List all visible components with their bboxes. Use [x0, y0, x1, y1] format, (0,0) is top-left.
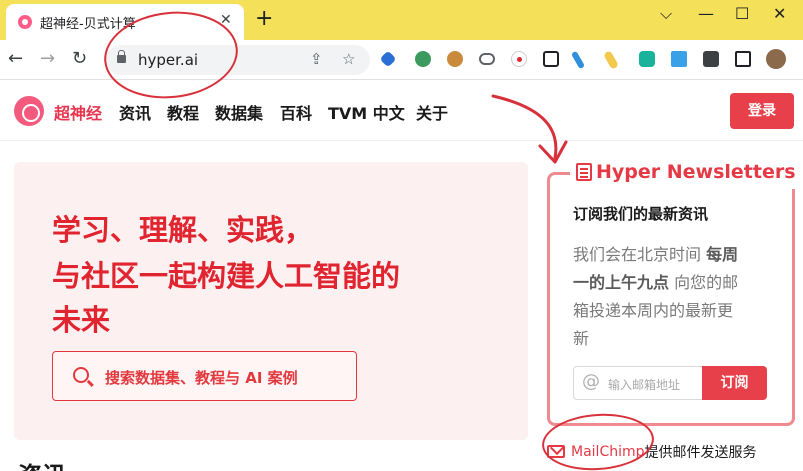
screenshot-root: 超神经-贝式计算 ✕ + ⌵ — ☐ ✕ ← → ↻ hyper.ai ⇪ ☆ [0, 0, 803, 471]
annotation-arrow [491, 94, 568, 164]
